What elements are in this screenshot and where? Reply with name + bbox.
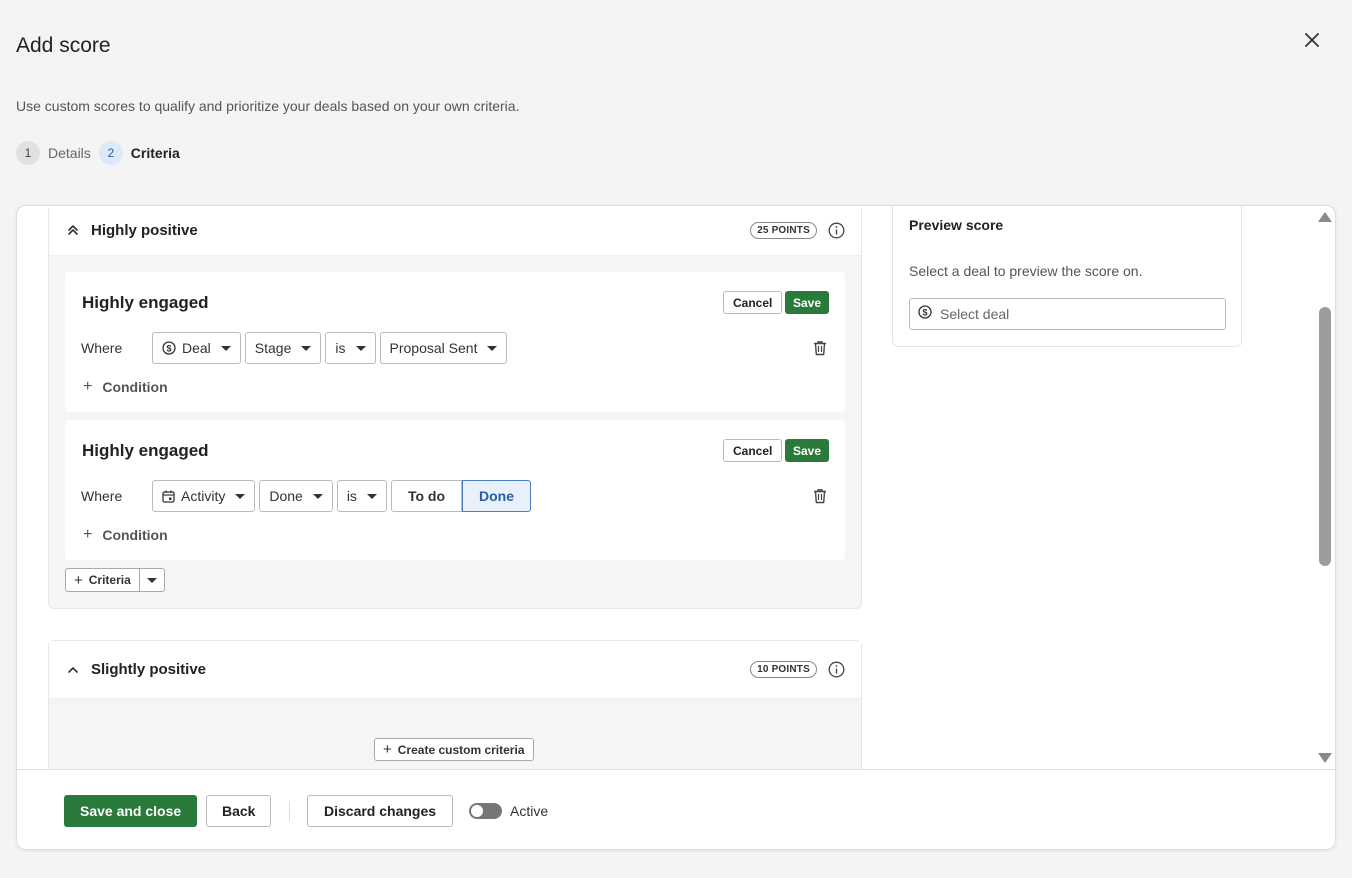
- preview-title: Preview score: [909, 217, 1004, 233]
- field-select[interactable]: Done: [259, 480, 333, 512]
- group-header-highly-positive[interactable]: Highly positive 25 POINTS: [49, 206, 861, 256]
- dollar-icon: $: [918, 304, 932, 324]
- add-condition-button[interactable]: + Condition: [83, 378, 168, 396]
- cancel-button[interactable]: Cancel: [723, 439, 783, 462]
- step-2-number: 2: [98, 141, 123, 165]
- plus-icon: +: [83, 378, 93, 395]
- add-criteria-split-button: + Criteria: [65, 568, 165, 592]
- dialog-footer: Save and close Back Discard changes Acti…: [17, 769, 1335, 849]
- dialog-title: Add score: [16, 34, 111, 57]
- criteria-title: Highly engaged: [82, 293, 209, 312]
- trash-icon[interactable]: [813, 488, 829, 504]
- value-select-value: Proposal Sent: [389, 340, 478, 356]
- points-badge: 25 POINTS: [750, 221, 817, 239]
- stepper: 1 Details 2 Criteria: [16, 141, 188, 165]
- step-details[interactable]: Details: [48, 145, 91, 161]
- step-criteria[interactable]: Criteria: [131, 145, 180, 161]
- group-header-slightly-positive[interactable]: Slightly positive 10 POINTS: [49, 641, 861, 699]
- back-button[interactable]: Back: [206, 795, 272, 827]
- select-deal-input[interactable]: [940, 306, 1210, 322]
- chevrons-up-icon: [67, 222, 83, 238]
- caret-down-icon: [366, 493, 377, 499]
- operator-select[interactable]: is: [336, 480, 387, 512]
- criteria-title: Highly engaged: [82, 441, 209, 460]
- group-title: Highly positive: [91, 221, 198, 239]
- cancel-button[interactable]: Cancel: [723, 291, 783, 314]
- value-select[interactable]: Proposal Sent: [379, 332, 508, 364]
- caret-down-icon: [220, 345, 231, 351]
- where-label: Where: [81, 488, 123, 504]
- info-icon[interactable]: [827, 661, 845, 679]
- plus-icon: +: [83, 526, 93, 543]
- plus-icon: +: [74, 571, 83, 589]
- active-toggle[interactable]: [469, 803, 502, 819]
- group-title: Slightly positive: [91, 661, 207, 678]
- add-condition-button[interactable]: + Condition: [83, 526, 168, 544]
- criteria-scroll-area: Highly positive 25 POINTS Highly engaged…: [17, 206, 1335, 769]
- operator-select[interactable]: is: [325, 332, 376, 364]
- caret-down-icon: [312, 493, 323, 499]
- scroll-down-arrow-icon[interactable]: [1318, 753, 1332, 763]
- close-icon: [1305, 33, 1319, 47]
- field-select-value: Stage: [254, 340, 292, 356]
- dialog-subtitle: Use custom scores to qualify and priorit…: [16, 98, 520, 114]
- entity-select-value: Activity: [181, 488, 226, 504]
- svg-text:$: $: [922, 307, 927, 317]
- close-button[interactable]: [1300, 28, 1324, 52]
- entity-select[interactable]: $ Deal: [152, 332, 241, 364]
- preview-score-card: Preview score Select a deal to preview t…: [892, 206, 1242, 347]
- add-criteria-button[interactable]: + Criteria: [65, 568, 140, 592]
- caret-down-icon: [301, 345, 312, 351]
- operator-select-value: is: [346, 488, 357, 504]
- trash-icon[interactable]: [813, 340, 829, 356]
- caret-down-icon: [235, 493, 246, 499]
- field-select-value: Done: [269, 488, 303, 504]
- create-custom-criteria-button[interactable]: + Create custom criteria: [374, 738, 534, 761]
- active-label: Active: [510, 803, 549, 819]
- operator-select-value: is: [335, 340, 346, 356]
- entity-select[interactable]: Activity: [152, 480, 256, 512]
- caret-down-icon: [355, 345, 366, 351]
- add-criteria-menu-button[interactable]: [139, 568, 165, 592]
- scroll-up-arrow-icon[interactable]: [1318, 212, 1332, 222]
- select-deal-field[interactable]: $: [909, 298, 1226, 330]
- save-button[interactable]: Save: [785, 439, 830, 462]
- add-condition-label: Condition: [102, 379, 168, 395]
- plus-icon: +: [383, 741, 392, 758]
- criteria-card: Highly engaged Cancel Save Where Activit…: [65, 420, 845, 560]
- add-condition-label: Condition: [102, 527, 168, 543]
- criteria-panel: Highly positive 25 POINTS Highly engaged…: [16, 205, 1336, 850]
- dollar-icon: $: [162, 341, 176, 355]
- save-and-close-button[interactable]: Save and close: [64, 795, 198, 827]
- info-icon[interactable]: [827, 221, 845, 239]
- group-slightly-positive: Slightly positive 10 POINTS + Create cus…: [48, 640, 862, 769]
- step-1-number: 1: [16, 141, 40, 165]
- discard-changes-button[interactable]: Discard changes: [307, 795, 454, 827]
- calendar-icon: [162, 490, 175, 503]
- group-highly-positive: Highly positive 25 POINTS Highly engaged…: [48, 206, 862, 609]
- caret-down-icon: [487, 345, 498, 351]
- to-do-option[interactable]: To do: [390, 480, 462, 512]
- toggle-knob: [471, 805, 483, 817]
- preview-description: Select a deal to preview the score on.: [909, 263, 1143, 279]
- save-button[interactable]: Save: [785, 291, 830, 314]
- done-option[interactable]: Done: [462, 480, 531, 512]
- add-criteria-label: Criteria: [88, 573, 131, 587]
- entity-select-value: Deal: [182, 340, 211, 356]
- condition-row: Activity Done is To do Done: [152, 480, 531, 512]
- points-badge: 10 POINTS: [750, 661, 817, 678]
- svg-text:$: $: [166, 343, 171, 353]
- scrollbar-thumb[interactable]: [1319, 307, 1331, 566]
- condition-row: $ Deal Stage is Proposal Sent: [152, 332, 511, 364]
- group-empty-body: + Create custom criteria: [49, 699, 861, 769]
- create-custom-criteria-label: Create custom criteria: [397, 742, 525, 757]
- divider: [289, 801, 290, 821]
- where-label: Where: [81, 340, 123, 356]
- caret-down-icon: [146, 577, 157, 583]
- chevron-up-icon: [67, 662, 83, 678]
- scrollbar[interactable]: [1317, 206, 1333, 769]
- criteria-card: Highly engaged Cancel Save Where $ Deal …: [65, 272, 845, 412]
- done-segmented-control: To do Done: [390, 480, 531, 512]
- field-select[interactable]: Stage: [244, 332, 322, 364]
